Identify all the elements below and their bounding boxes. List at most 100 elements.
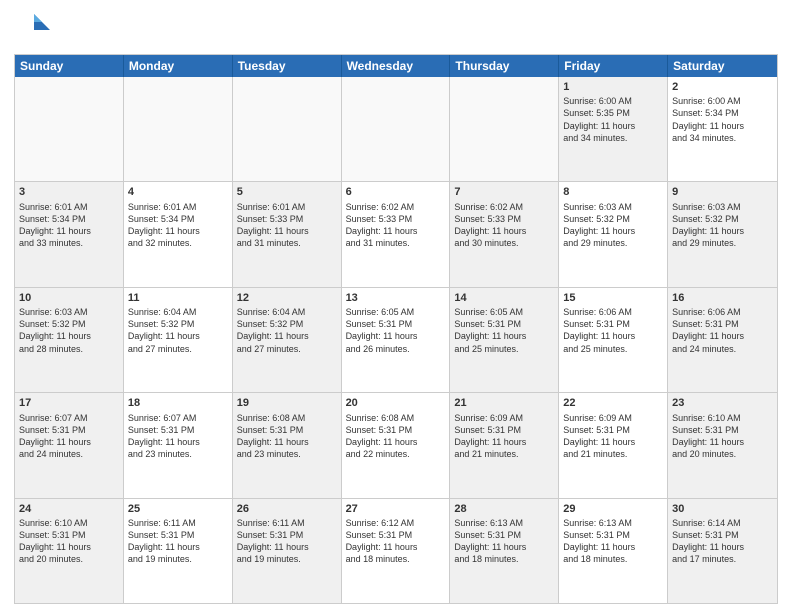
day-info: Sunrise: 6:01 AM Sunset: 5:34 PM Dayligh… — [128, 201, 228, 250]
header-day-tuesday: Tuesday — [233, 55, 342, 77]
calendar-day-20: 20 Sunrise: 6:08 AM Sunset: 5:31 PM Dayli… — [342, 393, 451, 497]
calendar-day-21: 21 Sunrise: 6:09 AM Sunset: 5:31 PM Dayli… — [450, 393, 559, 497]
day-info: Sunrise: 6:11 AM Sunset: 5:31 PM Dayligh… — [237, 517, 337, 566]
day-number: 26 — [237, 502, 337, 516]
day-number: 30 — [672, 502, 773, 516]
calendar-empty-cell — [450, 77, 559, 181]
day-number: 5 — [237, 185, 337, 199]
day-number: 20 — [346, 396, 446, 410]
day-info: Sunrise: 6:12 AM Sunset: 5:31 PM Dayligh… — [346, 517, 446, 566]
day-info: Sunrise: 6:09 AM Sunset: 5:31 PM Dayligh… — [563, 412, 663, 461]
day-number: 29 — [563, 502, 663, 516]
day-info: Sunrise: 6:03 AM Sunset: 5:32 PM Dayligh… — [672, 201, 773, 250]
header-day-saturday: Saturday — [668, 55, 777, 77]
calendar-week-2: 3Sunrise: 6:01 AM Sunset: 5:34 PM Daylig… — [15, 182, 777, 287]
day-info: Sunrise: 6:04 AM Sunset: 5:32 PM Dayligh… — [237, 306, 337, 355]
day-info: Sunrise: 6:08 AM Sunset: 5:31 PM Dayligh… — [346, 412, 446, 461]
day-info: Sunrise: 6:05 AM Sunset: 5:31 PM Dayligh… — [454, 306, 554, 355]
logo-icon — [14, 10, 50, 46]
day-number: 15 — [563, 291, 663, 305]
calendar-day-25: 25Sunrise: 6:11 AM Sunset: 5:31 PM Dayli… — [124, 499, 233, 603]
calendar-body: 1Sunrise: 6:00 AM Sunset: 5:35 PM Daylig… — [15, 77, 777, 603]
calendar-day-4: 4 Sunrise: 6:01 AM Sunset: 5:34 PM Daylig… — [124, 182, 233, 286]
calendar-day-15: 15Sunrise: 6:06 AM Sunset: 5:31 PM Dayli… — [559, 288, 668, 392]
day-info: Sunrise: 6:01 AM Sunset: 5:34 PM Dayligh… — [19, 201, 119, 250]
calendar-day-7: 7Sunrise: 6:02 AM Sunset: 5:33 PM Daylig… — [450, 182, 559, 286]
calendar-week-3: 10Sunrise: 6:03 AM Sunset: 5:32 PM Dayli… — [15, 288, 777, 393]
calendar-day-9: 9Sunrise: 6:03 AM Sunset: 5:32 PM Daylig… — [668, 182, 777, 286]
calendar-day-26: 26Sunrise: 6:11 AM Sunset: 5:31 PM Dayli… — [233, 499, 342, 603]
day-number: 27 — [346, 502, 446, 516]
header — [14, 10, 778, 46]
calendar-empty-cell — [233, 77, 342, 181]
day-number: 4 — [128, 185, 228, 199]
calendar-day-27: 27Sunrise: 6:12 AM Sunset: 5:31 PM Dayli… — [342, 499, 451, 603]
header-day-thursday: Thursday — [450, 55, 559, 77]
calendar-week-4: 17 Sunrise: 6:07 AM Sunset: 5:31 PM Dayli… — [15, 393, 777, 498]
day-number: 25 — [128, 502, 228, 516]
header-day-friday: Friday — [559, 55, 668, 77]
day-info: Sunrise: 6:07 AM Sunset: 5:31 PM Dayligh… — [128, 412, 228, 461]
day-number: 22 — [563, 396, 663, 410]
calendar-day-11: 11Sunrise: 6:04 AM Sunset: 5:32 PM Dayli… — [124, 288, 233, 392]
day-number: 6 — [346, 185, 446, 199]
day-info: Sunrise: 6:13 AM Sunset: 5:31 PM Dayligh… — [563, 517, 663, 566]
calendar-week-5: 24Sunrise: 6:10 AM Sunset: 5:31 PM Dayli… — [15, 499, 777, 603]
calendar-day-23: 23 Sunrise: 6:10 AM Sunset: 5:31 PM Dayli… — [668, 393, 777, 497]
day-info: Sunrise: 6:04 AM Sunset: 5:32 PM Dayligh… — [128, 306, 228, 355]
day-number: 28 — [454, 502, 554, 516]
day-number: 23 — [672, 396, 773, 410]
page: SundayMondayTuesdayWednesdayThursdayFrid… — [0, 0, 792, 612]
calendar-day-30: 30Sunrise: 6:14 AM Sunset: 5:31 PM Dayli… — [668, 499, 777, 603]
calendar-day-16: 16Sunrise: 6:06 AM Sunset: 5:31 PM Dayli… — [668, 288, 777, 392]
day-info: Sunrise: 6:02 AM Sunset: 5:33 PM Dayligh… — [454, 201, 554, 250]
day-info: Sunrise: 6:08 AM Sunset: 5:31 PM Dayligh… — [237, 412, 337, 461]
calendar-day-6: 6 Sunrise: 6:02 AM Sunset: 5:33 PM Daylig… — [342, 182, 451, 286]
day-info: Sunrise: 6:01 AM Sunset: 5:33 PM Dayligh… — [237, 201, 337, 250]
header-day-monday: Monday — [124, 55, 233, 77]
calendar-header: SundayMondayTuesdayWednesdayThursdayFrid… — [15, 55, 777, 77]
day-number: 2 — [672, 80, 773, 94]
calendar-day-17: 17Sunrise: 6:07 AM Sunset: 5:31 PM Dayli… — [15, 393, 124, 497]
logo — [14, 10, 54, 46]
calendar-day-29: 29Sunrise: 6:13 AM Sunset: 5:31 PM Dayli… — [559, 499, 668, 603]
day-info: Sunrise: 6:10 AM Sunset: 5:31 PM Dayligh… — [19, 517, 119, 566]
day-info: Sunrise: 6:06 AM Sunset: 5:31 PM Dayligh… — [563, 306, 663, 355]
calendar-week-1: 1Sunrise: 6:00 AM Sunset: 5:35 PM Daylig… — [15, 77, 777, 182]
calendar-empty-cell — [124, 77, 233, 181]
day-info: Sunrise: 6:06 AM Sunset: 5:31 PM Dayligh… — [672, 306, 773, 355]
calendar-day-5: 5 Sunrise: 6:01 AM Sunset: 5:33 PM Daylig… — [233, 182, 342, 286]
day-number: 8 — [563, 185, 663, 199]
day-info: Sunrise: 6:09 AM Sunset: 5:31 PM Dayligh… — [454, 412, 554, 461]
calendar-day-13: 13Sunrise: 6:05 AM Sunset: 5:31 PM Dayli… — [342, 288, 451, 392]
calendar-day-10: 10Sunrise: 6:03 AM Sunset: 5:32 PM Dayli… — [15, 288, 124, 392]
day-number: 1 — [563, 80, 663, 94]
day-number: 19 — [237, 396, 337, 410]
day-number: 10 — [19, 291, 119, 305]
calendar-day-28: 28Sunrise: 6:13 AM Sunset: 5:31 PM Dayli… — [450, 499, 559, 603]
day-info: Sunrise: 6:14 AM Sunset: 5:31 PM Dayligh… — [672, 517, 773, 566]
day-info: Sunrise: 6:10 AM Sunset: 5:31 PM Dayligh… — [672, 412, 773, 461]
header-day-wednesday: Wednesday — [342, 55, 451, 77]
day-info: Sunrise: 6:11 AM Sunset: 5:31 PM Dayligh… — [128, 517, 228, 566]
day-number: 13 — [346, 291, 446, 305]
calendar-day-24: 24Sunrise: 6:10 AM Sunset: 5:31 PM Dayli… — [15, 499, 124, 603]
day-info: Sunrise: 6:00 AM Sunset: 5:34 PM Dayligh… — [672, 95, 773, 144]
calendar-day-19: 19 Sunrise: 6:08 AM Sunset: 5:31 PM Dayli… — [233, 393, 342, 497]
day-number: 11 — [128, 291, 228, 305]
header-day-sunday: Sunday — [15, 55, 124, 77]
day-number: 17 — [19, 396, 119, 410]
day-info: Sunrise: 6:13 AM Sunset: 5:31 PM Dayligh… — [454, 517, 554, 566]
day-info: Sunrise: 6:03 AM Sunset: 5:32 PM Dayligh… — [563, 201, 663, 250]
day-number: 24 — [19, 502, 119, 516]
calendar-day-22: 22 Sunrise: 6:09 AM Sunset: 5:31 PM Dayli… — [559, 393, 668, 497]
day-number: 12 — [237, 291, 337, 305]
calendar-day-14: 14Sunrise: 6:05 AM Sunset: 5:31 PM Dayli… — [450, 288, 559, 392]
calendar-day-3: 3Sunrise: 6:01 AM Sunset: 5:34 PM Daylig… — [15, 182, 124, 286]
day-number: 21 — [454, 396, 554, 410]
day-number: 18 — [128, 396, 228, 410]
day-info: Sunrise: 6:02 AM Sunset: 5:33 PM Dayligh… — [346, 201, 446, 250]
calendar-day-18: 18 Sunrise: 6:07 AM Sunset: 5:31 PM Dayli… — [124, 393, 233, 497]
day-info: Sunrise: 6:03 AM Sunset: 5:32 PM Dayligh… — [19, 306, 119, 355]
day-info: Sunrise: 6:00 AM Sunset: 5:35 PM Dayligh… — [563, 95, 663, 144]
